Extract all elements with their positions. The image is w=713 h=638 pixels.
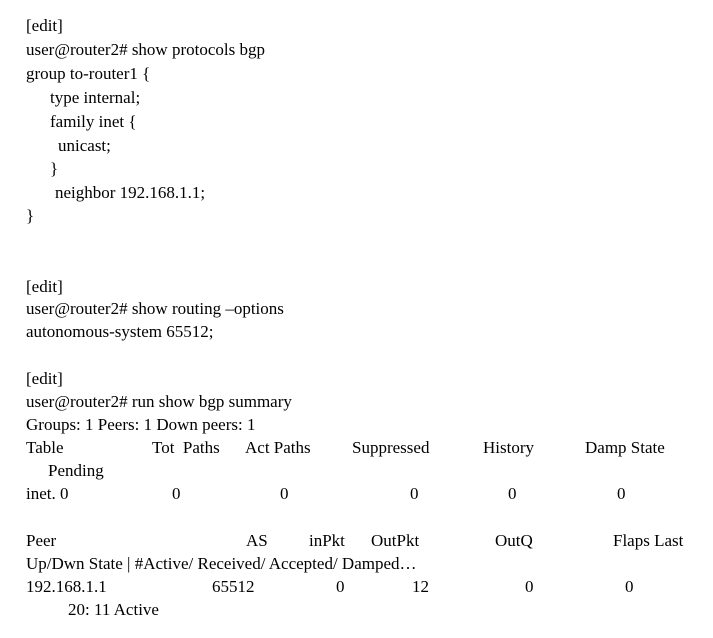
peer-table-header-outpkt: OutPkt — [371, 531, 420, 550]
routing-table-header-table: Table — [26, 438, 64, 457]
config-line-family-inet: family inet { — [50, 112, 137, 131]
routing-table-row-table: inet. 0 — [26, 484, 69, 503]
config-line-type-internal: type internal; — [50, 88, 141, 107]
routing-table-row-act-paths: 0 — [280, 484, 289, 503]
peer-table-header-outq: OutQ — [495, 531, 533, 550]
config-line-group: group to-router1 { — [26, 64, 151, 83]
peer-table-header-peer: Peer — [26, 531, 57, 550]
prompt-context-1: [edit] — [26, 16, 63, 35]
peer-table-row-as: 65512 — [212, 577, 255, 596]
peer-table-header-flaps-last: Flaps Last — [613, 531, 684, 550]
routing-table-header-act-paths: Act Paths — [245, 438, 311, 457]
prompt-context-2: [edit] — [26, 277, 63, 296]
routing-table-header-suppressed: Suppressed — [352, 438, 430, 457]
command-line-show-routing-options: user@router2# show routing –options — [26, 299, 284, 318]
config-line-close-group: } — [26, 206, 35, 225]
peer-table-row-outpkt: 12 — [412, 577, 429, 596]
routing-table-row-suppressed: 0 — [410, 484, 419, 503]
routing-table-header-pending: Pending — [48, 461, 104, 480]
prompt-context-3: [edit] — [26, 369, 63, 388]
peer-table-row-peer: 192.168.1.1 — [26, 577, 107, 596]
peer-table-row-inpkt: 0 — [336, 577, 345, 596]
routing-table-row-tot-paths: 0 — [172, 484, 181, 503]
command-line-show-protocols-bgp: user@router2# show protocols bgp — [26, 40, 265, 59]
routing-table-row-history: 0 — [508, 484, 517, 503]
bgp-summary-groups-line: Groups: 1 Peers: 1 Down peers: 1 — [26, 415, 256, 434]
routing-table-header-tot-paths: Tot Paths — [152, 438, 220, 457]
peer-table-row-outq: 0 — [525, 577, 534, 596]
peer-table-header-inpkt: inPkt — [309, 531, 345, 550]
command-line-run-show-bgp-summary: user@router2# run show bgp summary — [26, 392, 292, 411]
routing-table-row-damp-state: 0 — [617, 484, 626, 503]
terminal-output: [edit] user@router2# show protocols bgp … — [0, 0, 713, 638]
routing-table-header-history: History — [483, 438, 534, 457]
config-line-neighbor: neighbor 192.168.1.1; — [55, 183, 206, 202]
peer-table-header-continuation: Up/Dwn State | #Active/ Received/ Accept… — [26, 554, 417, 573]
routing-table-header-damp-state: Damp State — [585, 438, 665, 457]
config-line-unicast: unicast; — [58, 136, 111, 155]
peer-table-header-as: AS — [246, 531, 268, 550]
peer-table-row-flaps: 0 — [625, 577, 634, 596]
config-line-close-family: } — [50, 159, 59, 178]
peer-table-row-state: 20: 11 Active — [68, 600, 159, 619]
config-line-autonomous-system: autonomous-system 65512; — [26, 322, 214, 341]
